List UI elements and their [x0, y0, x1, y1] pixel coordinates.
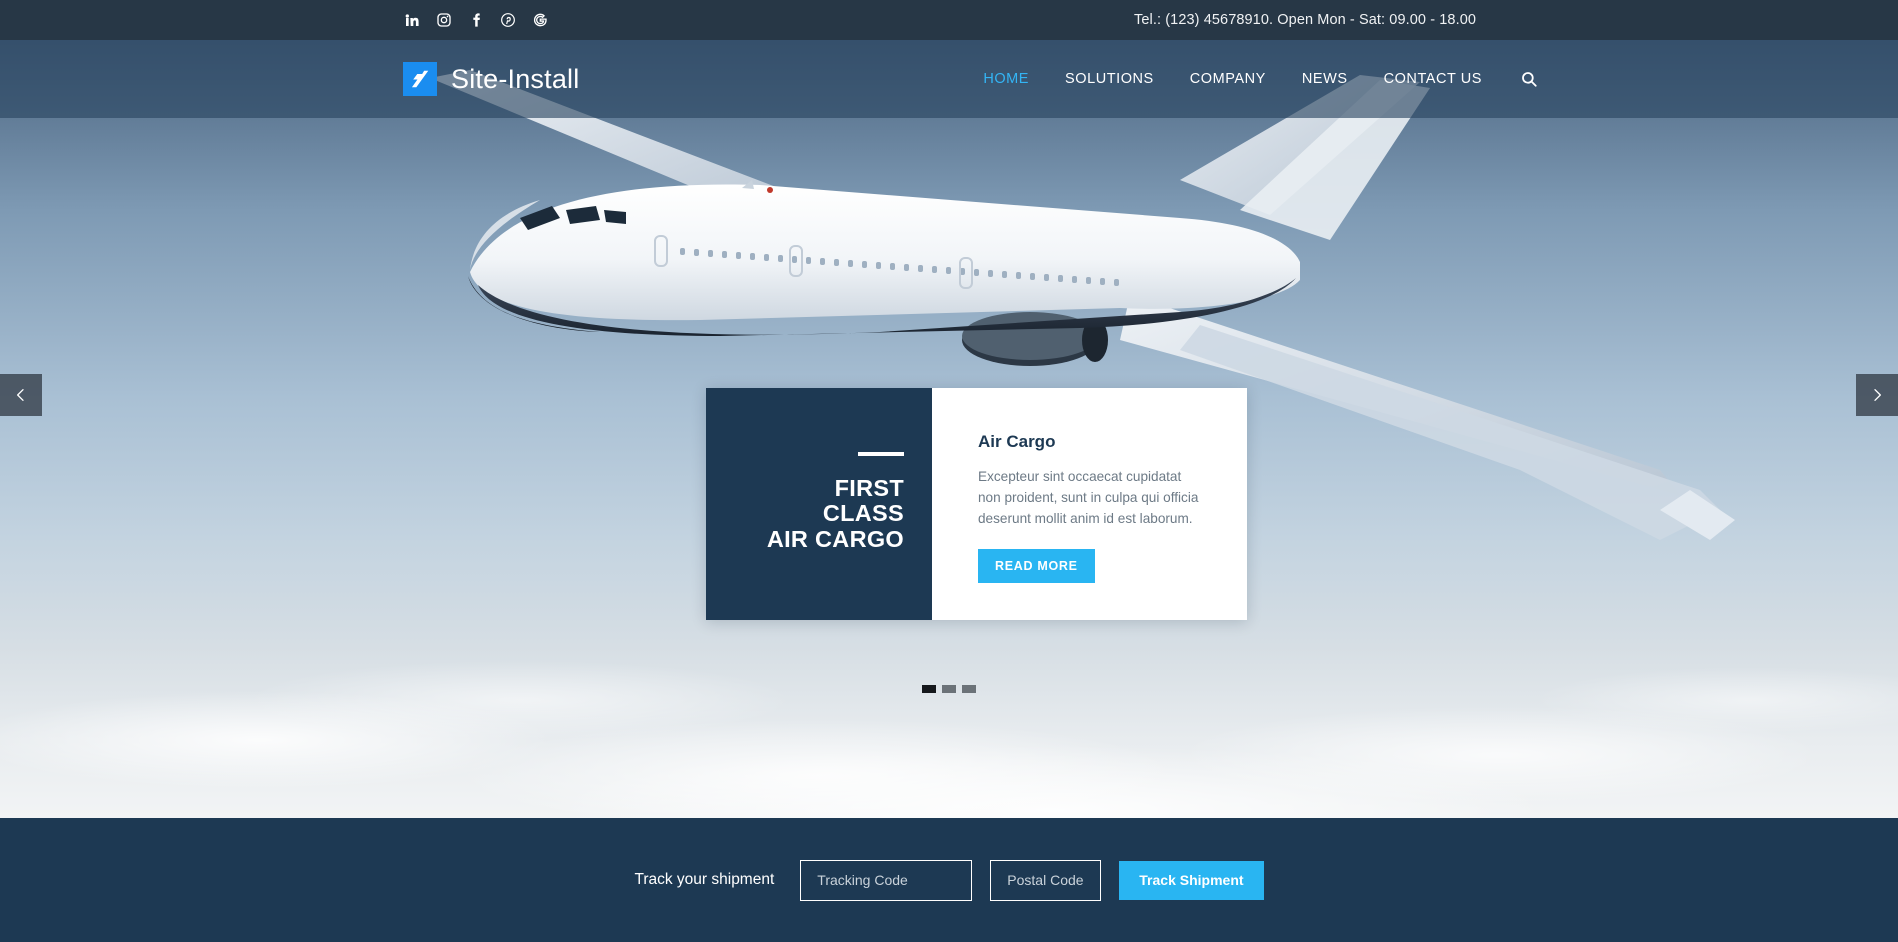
slide-title-line-3: AIR CARGO: [766, 525, 904, 552]
slide-heading: Air Cargo: [978, 432, 1056, 451]
track-shipment-button[interactable]: Track Shipment: [1119, 860, 1264, 900]
brand-name: Site-Install: [451, 63, 580, 94]
site-header: Site-Install HOME SOLUTIONS COMPANY NEWS…: [0, 40, 1898, 118]
tracking-code-input[interactable]: [800, 859, 973, 901]
top-utility-bar: Tel.: (123) 45678910. Open Mon - Sat: 09…: [0, 0, 1898, 40]
slide-content-panel: Air Cargo Excepteur sint occaecat cupida…: [932, 388, 1247, 620]
slide-title: FIRST CLASS AIR CARGO: [766, 474, 904, 553]
contact-info: Tel.: (123) 45678910. Open Mon - Sat: 09…: [1134, 12, 1477, 28]
nav-item-solutions[interactable]: SOLUTIONS: [1047, 71, 1172, 87]
track-shipment-bar: Track your shipment Track Shipment: [0, 818, 1898, 942]
slider-dot-3[interactable]: [962, 685, 976, 693]
google-icon[interactable]: [531, 11, 549, 29]
main-navigation: HOME SOLUTIONS COMPANY NEWS CONTACT US: [965, 68, 1898, 90]
slide-title-line-1: FIRST: [834, 474, 904, 501]
instagram-icon[interactable]: [435, 11, 453, 29]
nav-item-news[interactable]: NEWS: [1284, 71, 1366, 87]
slider-dot-1[interactable]: [922, 685, 936, 693]
postal-code-input[interactable]: [990, 859, 1102, 901]
slider-next-arrow[interactable]: [1856, 374, 1898, 416]
linkedin-icon[interactable]: [403, 11, 421, 29]
slide-divider-rule: [858, 451, 904, 456]
slider-dot-2[interactable]: [942, 685, 956, 693]
pinterest-icon[interactable]: [499, 11, 517, 29]
nav-item-contact-us[interactable]: CONTACT US: [1366, 71, 1500, 87]
hero-slide-card: FIRST CLASS AIR CARGO Air Cargo Excepteu…: [706, 388, 1247, 620]
slide-title-panel: FIRST CLASS AIR CARGO: [706, 388, 932, 620]
slide-body-text: Excepteur sint occaecat cupidatat non pr…: [978, 469, 1199, 526]
social-links: [403, 11, 549, 29]
nav-item-home[interactable]: HOME: [965, 71, 1047, 87]
read-more-button[interactable]: READ MORE: [978, 549, 1095, 583]
search-icon[interactable]: [1518, 68, 1540, 90]
logo-icon: [403, 62, 437, 96]
facebook-icon[interactable]: [467, 11, 485, 29]
slide-title-line-2: CLASS: [822, 500, 904, 527]
slider-prev-arrow[interactable]: [0, 374, 42, 416]
slider-pagination: [0, 685, 1898, 693]
track-shipment-label: Track your shipment: [634, 871, 775, 888]
hero-slider: Site-Install HOME SOLUTIONS COMPANY NEWS…: [0, 40, 1898, 818]
brand-logo[interactable]: Site-Install: [403, 62, 579, 96]
nav-item-company[interactable]: COMPANY: [1172, 71, 1284, 87]
